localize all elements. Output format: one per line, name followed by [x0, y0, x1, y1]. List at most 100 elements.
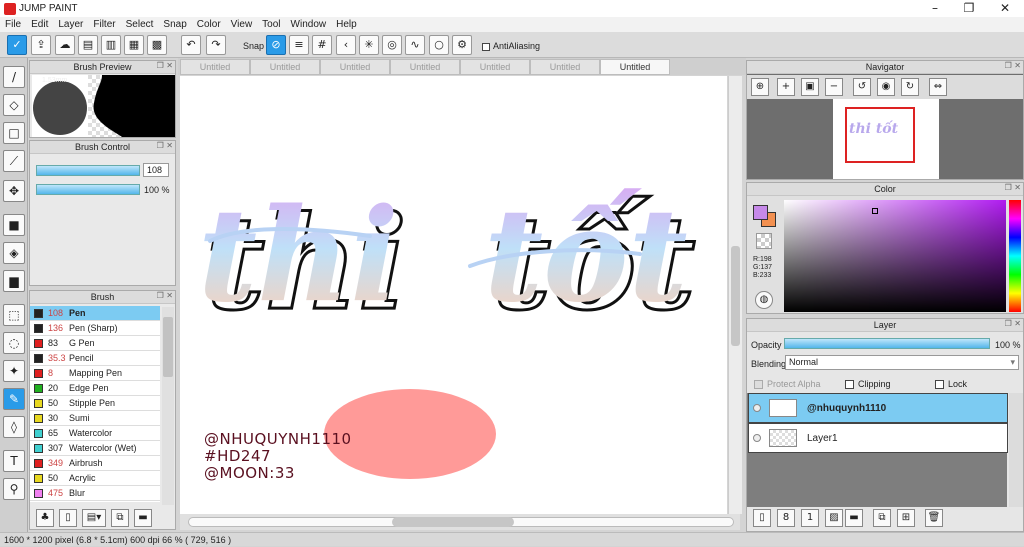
brush-folder-icon[interactable]: ▬	[134, 509, 152, 527]
zoom-in-icon[interactable]: +	[777, 78, 795, 96]
jump-icon[interactable]: ✓	[7, 35, 27, 55]
protect-alpha-checkbox[interactable]	[754, 380, 763, 390]
layer-opacity-slider[interactable]	[784, 338, 990, 349]
tab-untitled-2[interactable]: Untitled	[250, 59, 320, 75]
maximize-icon[interactable]: ❐	[952, 0, 986, 17]
lock-toggle[interactable]: Lock	[935, 379, 967, 390]
magic-wand-tool-icon[interactable]: ✦	[3, 360, 25, 382]
flip-icon[interactable]: ⇔	[929, 78, 947, 96]
eraser-tool-icon[interactable]: ◇	[3, 94, 25, 116]
menu-color[interactable]: Color	[192, 19, 226, 30]
rotate-right-icon[interactable]: ↻	[901, 78, 919, 96]
pen-tool-icon[interactable]: /	[3, 66, 25, 88]
snap-ellipse-icon[interactable]: ○	[429, 35, 449, 55]
share-icon[interactable]: ⇪	[31, 35, 51, 55]
duplicate-layer-icon[interactable]: ⧉	[873, 509, 891, 527]
brush-item[interactable]: 65 Watercolor	[30, 426, 160, 441]
antialias-toggle[interactable]: AntiAliasing	[482, 41, 540, 51]
message-icon[interactable]: ▤	[78, 35, 98, 55]
color-saturation-area[interactable]	[784, 200, 1006, 312]
menu-filter[interactable]: Filter	[88, 19, 120, 30]
line-tool-icon[interactable]: ⟋	[3, 150, 25, 172]
tab-untitled-1[interactable]: Untitled	[180, 59, 250, 75]
brush-list-scroll-thumb[interactable]	[163, 317, 173, 377]
transparent-color-swatch[interactable]	[756, 233, 772, 249]
snap-grid-icon[interactable]: #	[312, 35, 332, 55]
menu-layer[interactable]: Layer	[53, 19, 88, 30]
layer-row-nhuquynh[interactable]: @nhuquynh1110	[748, 393, 1008, 423]
brush-item[interactable]: 20 Edge Pen	[30, 381, 160, 396]
rectangle-tool-icon[interactable]: □	[3, 122, 25, 144]
menu-tool[interactable]: Tool	[257, 19, 285, 30]
panel-float-icon[interactable]: ❐ ✕	[1005, 319, 1021, 328]
bucket-tool-icon[interactable]: ◈	[3, 242, 25, 264]
brush-item[interactable]: 50 Acrylic	[30, 471, 160, 486]
menu-select[interactable]: Select	[121, 19, 159, 30]
canvas-vertical-scrollbar[interactable]	[728, 76, 742, 514]
brush-size-input[interactable]: 108	[143, 163, 169, 177]
zoom-out-icon[interactable]: −	[825, 78, 843, 96]
new-layer-8bit-icon[interactable]: 8	[777, 509, 795, 527]
redo-icon[interactable]: ↷	[206, 35, 226, 55]
menu-snap[interactable]: Snap	[158, 19, 191, 30]
antialias-checkbox[interactable]	[482, 42, 490, 51]
fill-rect-tool-icon[interactable]: ■	[3, 214, 25, 236]
lasso-tool-icon[interactable]: ◌	[3, 332, 25, 354]
text-tool-icon[interactable]: T	[3, 450, 25, 472]
tab-untitled-active[interactable]: Untitled	[600, 59, 670, 75]
panel-float-icon[interactable]: ❐ ✕	[157, 291, 173, 300]
layer-row-layer1[interactable]: Layer1	[748, 423, 1008, 453]
layer-list-scrollbar[interactable]	[1009, 393, 1023, 507]
eyedropper-tool-icon[interactable]: ⚲	[3, 478, 25, 500]
snap-off-icon[interactable]: ⊘	[266, 35, 286, 55]
canvas-horizontal-scrollbar[interactable]	[180, 514, 740, 530]
color-palette-icon[interactable]: ◍	[755, 291, 773, 309]
lock-checkbox[interactable]	[935, 380, 944, 390]
brush-list-scrollbar[interactable]	[162, 307, 174, 505]
brush-item[interactable]: 108 Pen	[30, 306, 160, 321]
blending-select[interactable]: Normal ▾	[785, 355, 1019, 370]
page-icon[interactable]: ▥	[101, 35, 121, 55]
minimize-icon[interactable]: –	[918, 0, 952, 17]
hue-slider[interactable]	[1009, 200, 1021, 312]
menu-help[interactable]: Help	[331, 19, 362, 30]
new-brush-icon[interactable]: ▯	[59, 509, 77, 527]
zoom-fit-icon[interactable]: ⊕	[751, 78, 769, 96]
snap-radial-icon[interactable]: ✳	[359, 35, 379, 55]
brush-item[interactable]: 35.3 Pencil	[30, 351, 160, 366]
gradient-tool-icon[interactable]: ▆	[3, 270, 25, 292]
menu-edit[interactable]: Edit	[26, 19, 53, 30]
new-halftone-layer-icon[interactable]: ▨	[825, 509, 843, 527]
canvas-vscroll-thumb[interactable]	[731, 246, 740, 346]
brush-tree-icon[interactable]: ♣	[36, 509, 54, 527]
snap-settings-icon[interactable]: ⚙	[452, 35, 472, 55]
select-rect-tool-icon[interactable]: ⬚	[3, 304, 25, 326]
snap-circle-icon[interactable]: ◎	[382, 35, 402, 55]
tab-untitled-5[interactable]: Untitled	[460, 59, 530, 75]
tab-untitled-6[interactable]: Untitled	[530, 59, 600, 75]
snap-perspective-icon[interactable]: ‹	[336, 35, 356, 55]
brush-item[interactable]: 50 Stipple Pen	[30, 396, 160, 411]
visibility-icon[interactable]	[753, 404, 761, 412]
panel-float-icon[interactable]: ❐ ✕	[1005, 183, 1021, 192]
brush-menu-icon[interactable]: ▤▾	[82, 509, 106, 527]
merge-layer-icon[interactable]: ⊞	[897, 509, 915, 527]
snap-curve-icon[interactable]: ∿	[405, 35, 425, 55]
tab-untitled-4[interactable]: Untitled	[390, 59, 460, 75]
menu-view[interactable]: View	[226, 19, 258, 30]
brush-item[interactable]: 136 Pen (Sharp)	[30, 321, 160, 336]
brush-item[interactable]: 475 Blur	[30, 486, 160, 501]
clipping-toggle[interactable]: Clipping	[845, 379, 891, 390]
new-folder-icon[interactable]: ▬	[845, 509, 863, 527]
new-layer-icon[interactable]: ▯	[753, 509, 771, 527]
navigator-thumbnail[interactable]: thi tốt	[833, 99, 939, 179]
brush-item[interactable]: 30 Sumi	[30, 411, 160, 426]
new-layer-1bit-icon[interactable]: 1	[801, 509, 819, 527]
grid-page-icon[interactable]: ▩	[147, 35, 167, 55]
copy-brush-icon[interactable]: ⧉	[111, 509, 129, 527]
brush-item[interactable]: 307 Watercolor (Wet)	[30, 441, 160, 456]
clipping-checkbox[interactable]	[845, 380, 854, 390]
brush-size-slider[interactable]	[36, 165, 140, 176]
delete-layer-icon[interactable]: 🗑	[925, 509, 943, 527]
drawing-canvas[interactable]: thi thi tốt tốt @NHUQUYNH1110 #HD247 @MO…	[180, 76, 727, 514]
